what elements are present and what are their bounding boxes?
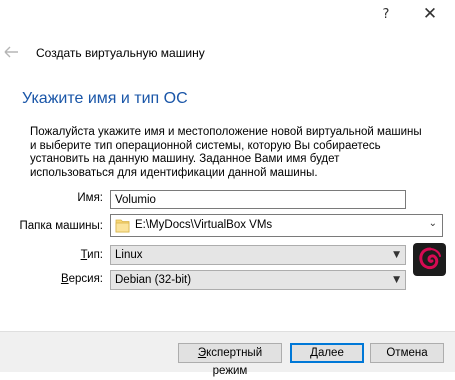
close-button[interactable]: ✕ — [420, 6, 440, 23]
folder-icon — [115, 219, 130, 233]
machine-folder-combo[interactable]: E:\MyDocs\VirtualBox VMs ⌄ — [110, 214, 443, 237]
dropdown-arrow-icon: ▼ — [393, 250, 400, 260]
machine-folder-value: E:\MyDocs\VirtualBox VMs — [135, 219, 273, 231]
debian-logo-icon — [413, 243, 446, 276]
page-title: Укажите имя и тип ОС — [22, 90, 188, 107]
name-field-container — [110, 190, 406, 209]
description-text: Пожалуйста укажите имя и местоположение … — [30, 126, 422, 179]
version-label: Версия: — [60, 273, 103, 285]
wizard-title: Создать виртуальную машину — [36, 46, 205, 60]
help-button[interactable]: ? — [376, 8, 396, 21]
name-input[interactable] — [111, 191, 405, 208]
next-button[interactable]: Далее — [290, 343, 364, 363]
chevron-down-icon[interactable]: ⌄ — [429, 218, 437, 229]
folder-label: Папка машины: — [19, 220, 103, 232]
back-button[interactable] — [3, 44, 23, 60]
type-label: Тип: — [80, 249, 103, 261]
cancel-button[interactable]: Отмена — [370, 343, 444, 363]
os-type-select[interactable]: Linux ▼ — [110, 245, 406, 265]
expert-mode-button[interactable]: Экспертный режим — [178, 343, 282, 377]
dropdown-arrow-icon: ▼ — [393, 275, 400, 285]
version-label-mnemonic: В — [60, 273, 69, 285]
os-type-value: Linux — [115, 249, 143, 261]
os-version-select[interactable]: Debian (32-bit) ▼ — [110, 270, 406, 290]
os-version-value: Debian (32-bit) — [115, 274, 192, 286]
back-arrow-icon — [4, 46, 18, 58]
name-label: Имя: — [77, 192, 103, 204]
